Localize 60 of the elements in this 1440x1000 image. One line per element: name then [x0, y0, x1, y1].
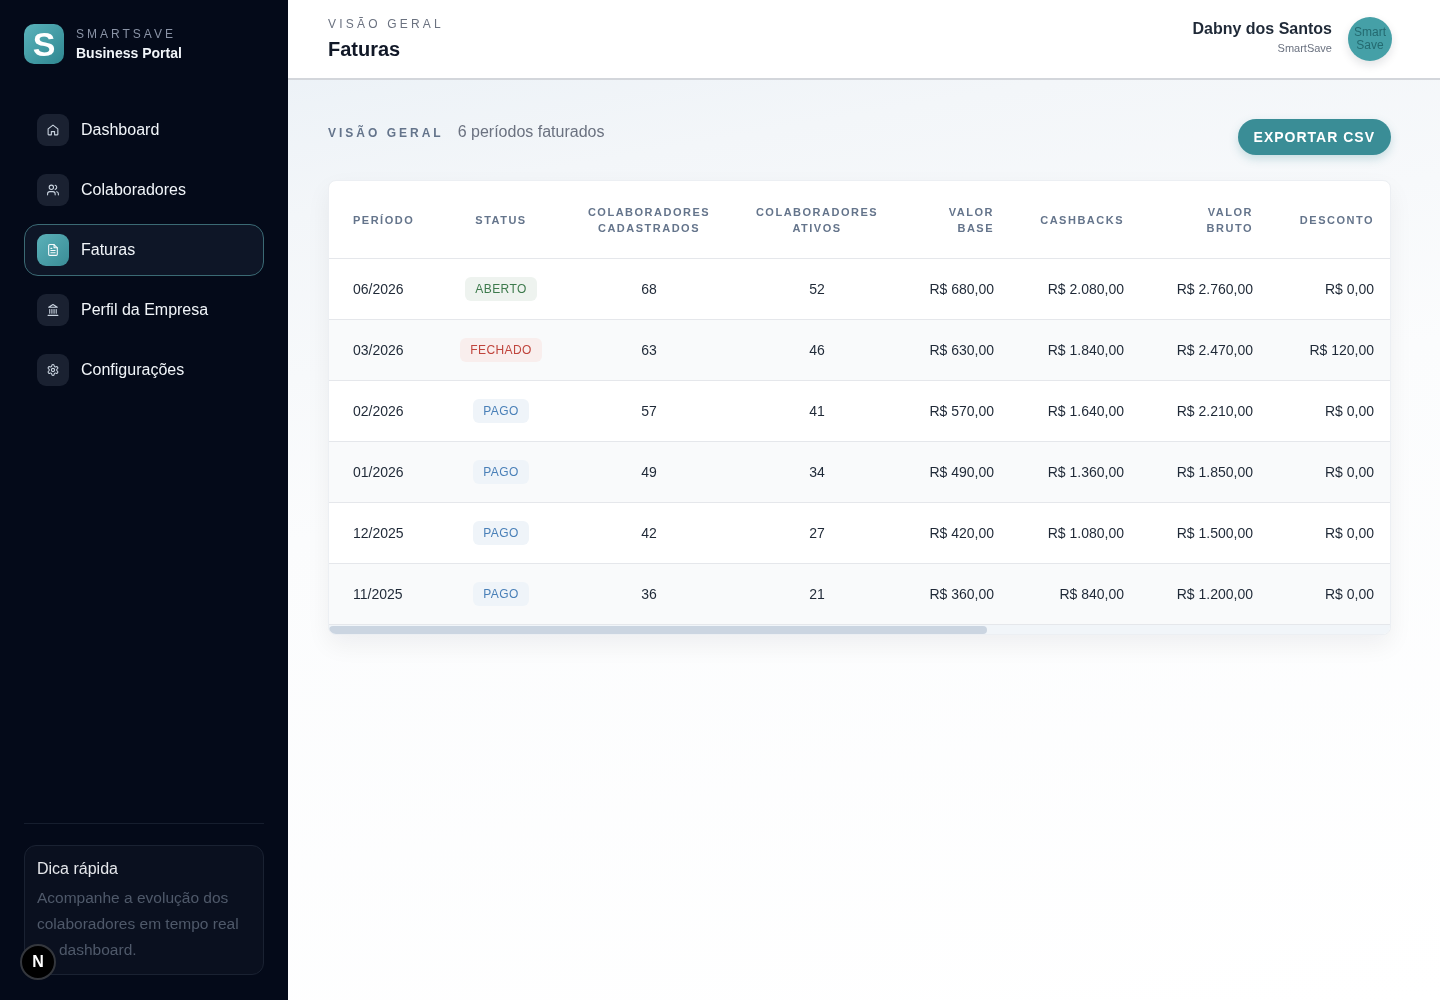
nav-item[interactable]: Configurações	[24, 344, 264, 396]
brand-name: SMARTSAVE	[76, 26, 177, 42]
people-icon	[37, 174, 69, 206]
table-cell: R$ 1.200,00	[1140, 563, 1269, 624]
section-label: VISÃO GERAL	[328, 17, 444, 31]
status-tag: PAGO	[473, 460, 529, 484]
table-cell: 63	[561, 319, 737, 381]
table-cell: R$ 490,00	[897, 441, 1010, 503]
company-name: SmartSave	[1277, 41, 1332, 55]
table-cell: 46	[737, 319, 897, 381]
nav-item[interactable]: Faturas	[24, 224, 264, 276]
table-cell: R$ 120,00	[1269, 319, 1390, 381]
column-header: COLABORADORES CADASTRADOS	[587, 204, 711, 236]
export-button[interactable]: EXPORTAR CSV	[1237, 119, 1391, 155]
page-title: Faturas	[328, 37, 402, 61]
tip-title: Dica rápida	[37, 859, 119, 879]
user-name: Dabny dos Santos	[1192, 19, 1332, 39]
status-tag: PAGO	[473, 521, 529, 545]
table-cell: R$ 630,00	[897, 319, 1010, 381]
table-cell: 11/2025	[329, 563, 441, 624]
column-header: STATUS	[475, 212, 527, 228]
status-tag: FECHADO	[460, 338, 542, 362]
column-header: VALOR BASE	[948, 204, 994, 236]
nav-item[interactable]: Dashboard	[24, 104, 264, 156]
status-tag: PAGO	[473, 582, 529, 606]
table-cell: 03/2026	[329, 319, 441, 381]
table-cell: R$ 0,00	[1269, 441, 1390, 503]
table-cell: R$ 360,00	[897, 563, 1010, 624]
summary-text: 6 períodos faturados	[457, 123, 605, 141]
table-cell: R$ 1.360,00	[1010, 441, 1140, 503]
dev-tools-button[interactable]: N	[20, 944, 56, 980]
scrollbar-thumb[interactable]	[329, 626, 987, 634]
table-cell: 21	[737, 563, 897, 624]
column-header: CASHBACKS	[1040, 212, 1124, 228]
status-tag: PAGO	[473, 399, 529, 423]
table-cell: 34	[737, 441, 897, 503]
column-header: COLABORADORES ATIVOS	[755, 204, 879, 236]
table-cell: 49	[561, 441, 737, 503]
house-icon	[37, 114, 69, 146]
nav-item[interactable]: Colaboradores	[24, 164, 264, 216]
logo-mark: S	[24, 24, 64, 64]
settings-icon	[37, 354, 69, 386]
table-cell: R$ 1.840,00	[1010, 319, 1140, 381]
nav-item[interactable]: Perfil da Empresa	[24, 284, 264, 336]
table-cell: 01/2026	[329, 441, 441, 503]
column-header: DESCONTO	[1299, 212, 1374, 228]
column-header: PERÍODO	[353, 212, 415, 228]
horizontal-scrollbar[interactable]	[329, 624, 1390, 634]
tip-text: dashboard.	[59, 940, 138, 960]
building-icon	[37, 294, 69, 326]
section-label: VISÃO GERAL	[328, 126, 444, 140]
table-cell: R$ 0,00	[1269, 563, 1390, 624]
brand-subtitle: Business Portal	[76, 43, 182, 62]
table-cell: R$ 1.850,00	[1140, 441, 1269, 503]
table-cell: R$ 2.470,00	[1140, 319, 1269, 381]
document-icon	[37, 234, 69, 266]
table-cell: 36	[561, 563, 737, 624]
status-tag: ABERTO	[465, 277, 537, 301]
table-cell: R$ 840,00	[1010, 563, 1140, 624]
column-header: VALOR BRUTO	[1206, 204, 1253, 236]
